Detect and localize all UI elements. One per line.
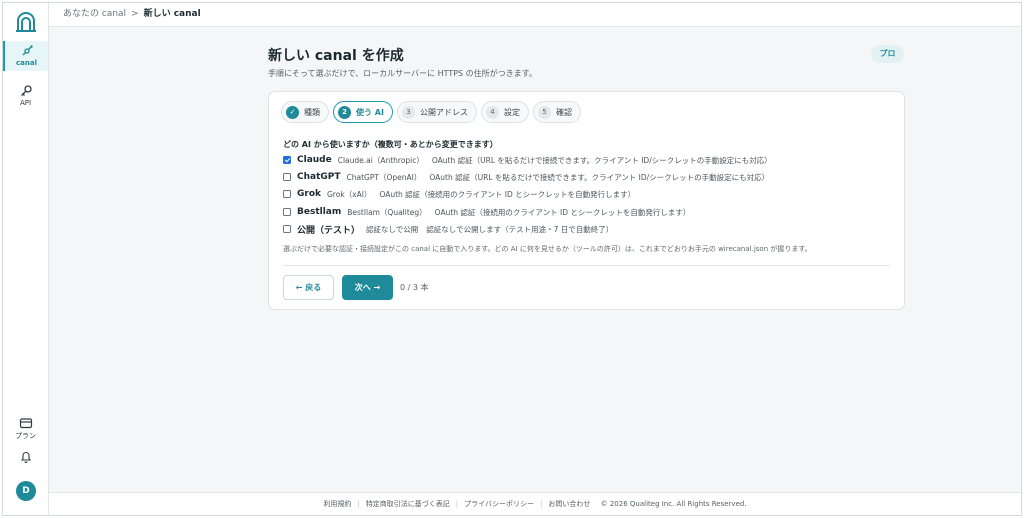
sidebar-item-label: canal — [16, 59, 37, 67]
page-title: 新しい canal を作成 — [268, 48, 404, 64]
step-label: 公開アドレス — [419, 107, 468, 117]
option-claude: Claude Claude.ai（Anthropic） OAuth 認証（URL… — [283, 153, 772, 167]
question-heading: どの AI から使いますか（複数可・あとから変更できます） — [283, 140, 498, 149]
sidebar: canal API プラン D — [3, 3, 49, 515]
step-number: 4 — [485, 105, 499, 119]
step-label: 設定 — [503, 107, 520, 117]
option-grok: Grok Grok（xAI） OAuth 認証（接続用のクライアント ID とシ… — [283, 187, 635, 201]
step-label: 使う AI — [356, 107, 384, 117]
canal-icon — [22, 45, 33, 56]
plan-badge: プロ — [871, 45, 904, 63]
key-icon — [20, 85, 32, 96]
checkbox-chatgpt[interactable] — [283, 173, 291, 181]
divider — [283, 265, 890, 266]
option-desc: OAuth 認証（URL を貼るだけで接続できます。クライアント ID/シークレ… — [431, 155, 772, 165]
plan-card-icon — [19, 418, 32, 429]
option-provider: ChatGPT（OpenAI） — [346, 172, 422, 182]
option-provider: 認証なしで公開 — [366, 224, 419, 234]
step-confirm[interactable]: 5 確認 — [532, 101, 581, 123]
option-provider: Bestllam（Qualiteg） — [347, 207, 427, 217]
step-number: 5 — [537, 105, 551, 119]
footer-link-contact[interactable]: お問い合わせ — [548, 500, 590, 508]
option-desc: 認証なしで公開します（テスト用途・7 日で自動終了） — [426, 224, 614, 234]
footer-link-terms[interactable]: 利用規約 — [323, 500, 351, 508]
checkbox-claude[interactable] — [283, 156, 291, 164]
footer-separator: | — [540, 500, 543, 508]
option-name[interactable]: Grok — [297, 189, 321, 199]
option-desc: OAuth 認証（接続用のクライアント ID とシークレットを自動発行します） — [434, 207, 691, 217]
selection-count: 0 / 3 本 — [400, 283, 429, 292]
breadcrumb-parent[interactable]: あなたの canal — [63, 9, 126, 19]
option-name[interactable]: Bestllam — [297, 207, 341, 217]
option-chatgpt: ChatGPT ChatGPT（OpenAI） OAuth 認証（URL を貼る… — [283, 170, 769, 184]
sidebar-item-plan[interactable]: プラン — [3, 413, 48, 443]
sidebar-item-label: API — [19, 99, 32, 107]
avatar[interactable]: D — [16, 481, 36, 501]
step-number: 3 — [401, 105, 415, 119]
back-button[interactable]: ← 戻る — [283, 275, 334, 300]
option-public-test: 公開（テスト） 認証なしで公開 認証なしで公開します（テスト用途・7 日で自動終… — [283, 222, 613, 236]
checkbox-grok[interactable] — [283, 190, 291, 198]
step-type[interactable]: ✓ 種類 — [281, 101, 329, 123]
sidebar-item-api[interactable]: API — [3, 81, 48, 111]
stepper: ✓ 種類 2 使う AI 3 公開アドレス 4 設定 5 確認 — [281, 101, 581, 123]
footer-separator: | — [455, 500, 459, 508]
footer-link-commerce-act[interactable]: 特定商取引法に基づく表記 — [366, 500, 450, 508]
step-label: 確認 — [555, 107, 572, 117]
option-desc: OAuth 認証（URL を貼るだけで接続できます。クライアント ID/シークレ… — [429, 172, 770, 182]
option-name[interactable]: 公開（テスト） — [297, 223, 360, 236]
sidebar-item-label: プラン — [15, 432, 36, 440]
option-name[interactable]: Claude — [297, 155, 332, 165]
step-number: 2 — [338, 105, 351, 119]
sidebar-item-canal[interactable]: canal — [3, 41, 48, 71]
footer-link-privacy[interactable]: プライバシーポリシー — [464, 500, 534, 508]
option-desc: OAuth 認証（接続用のクライアント ID とシークレットを自動発行します） — [379, 189, 636, 199]
help-note: 選ぶだけで必要な認証・接続設定がこの canal に自動で入ります。どの AI … — [283, 245, 812, 253]
page-subtitle: 手順にそって選ぶだけで、ローカルサーバーに HTTPS の住所がつきます。 — [268, 69, 537, 78]
breadcrumb: あなたの canal > 新しい canal — [49, 3, 1021, 27]
checkbox-public-test[interactable] — [283, 225, 291, 233]
step-public-address[interactable]: 3 公開アドレス — [396, 101, 477, 123]
copyright: © 2026 Qualiteg Inc. All Rights Reserved… — [600, 500, 747, 508]
app-window: canal API プラン D あなたの canal > 新しい canal 新しい… — [2, 2, 1022, 516]
breadcrumb-separator: > — [131, 9, 139, 19]
step-label: 種類 — [304, 107, 320, 117]
check-icon: ✓ — [286, 105, 299, 119]
footer-separator: | — [357, 500, 360, 508]
footer: 利用規約 | 特定商取引法に基づく表記 | プライバシーポリシー | お問い合わせ © 20… — [49, 492, 1021, 515]
option-provider: Claude.ai（Anthropic） — [337, 155, 424, 165]
next-button[interactable]: 次へ → — [342, 275, 393, 300]
step-ai[interactable]: 2 使う AI — [333, 101, 393, 123]
canal-arch-logo[interactable] — [14, 11, 38, 33]
bell-icon[interactable] — [20, 450, 32, 463]
breadcrumb-current: 新しい canal — [143, 9, 201, 19]
option-provider: Grok（xAI） — [327, 189, 372, 199]
step-settings[interactable]: 4 設定 — [480, 101, 529, 123]
checkbox-bestllam[interactable] — [283, 208, 291, 216]
wizard-card: ✓ 種類 2 使う AI 3 公開アドレス 4 設定 5 確認 どの AI から… — [268, 91, 905, 310]
option-name[interactable]: ChatGPT — [297, 172, 341, 182]
option-bestllam: Bestllam Bestllam（Qualiteg） OAuth 認証（接続用… — [283, 205, 690, 219]
